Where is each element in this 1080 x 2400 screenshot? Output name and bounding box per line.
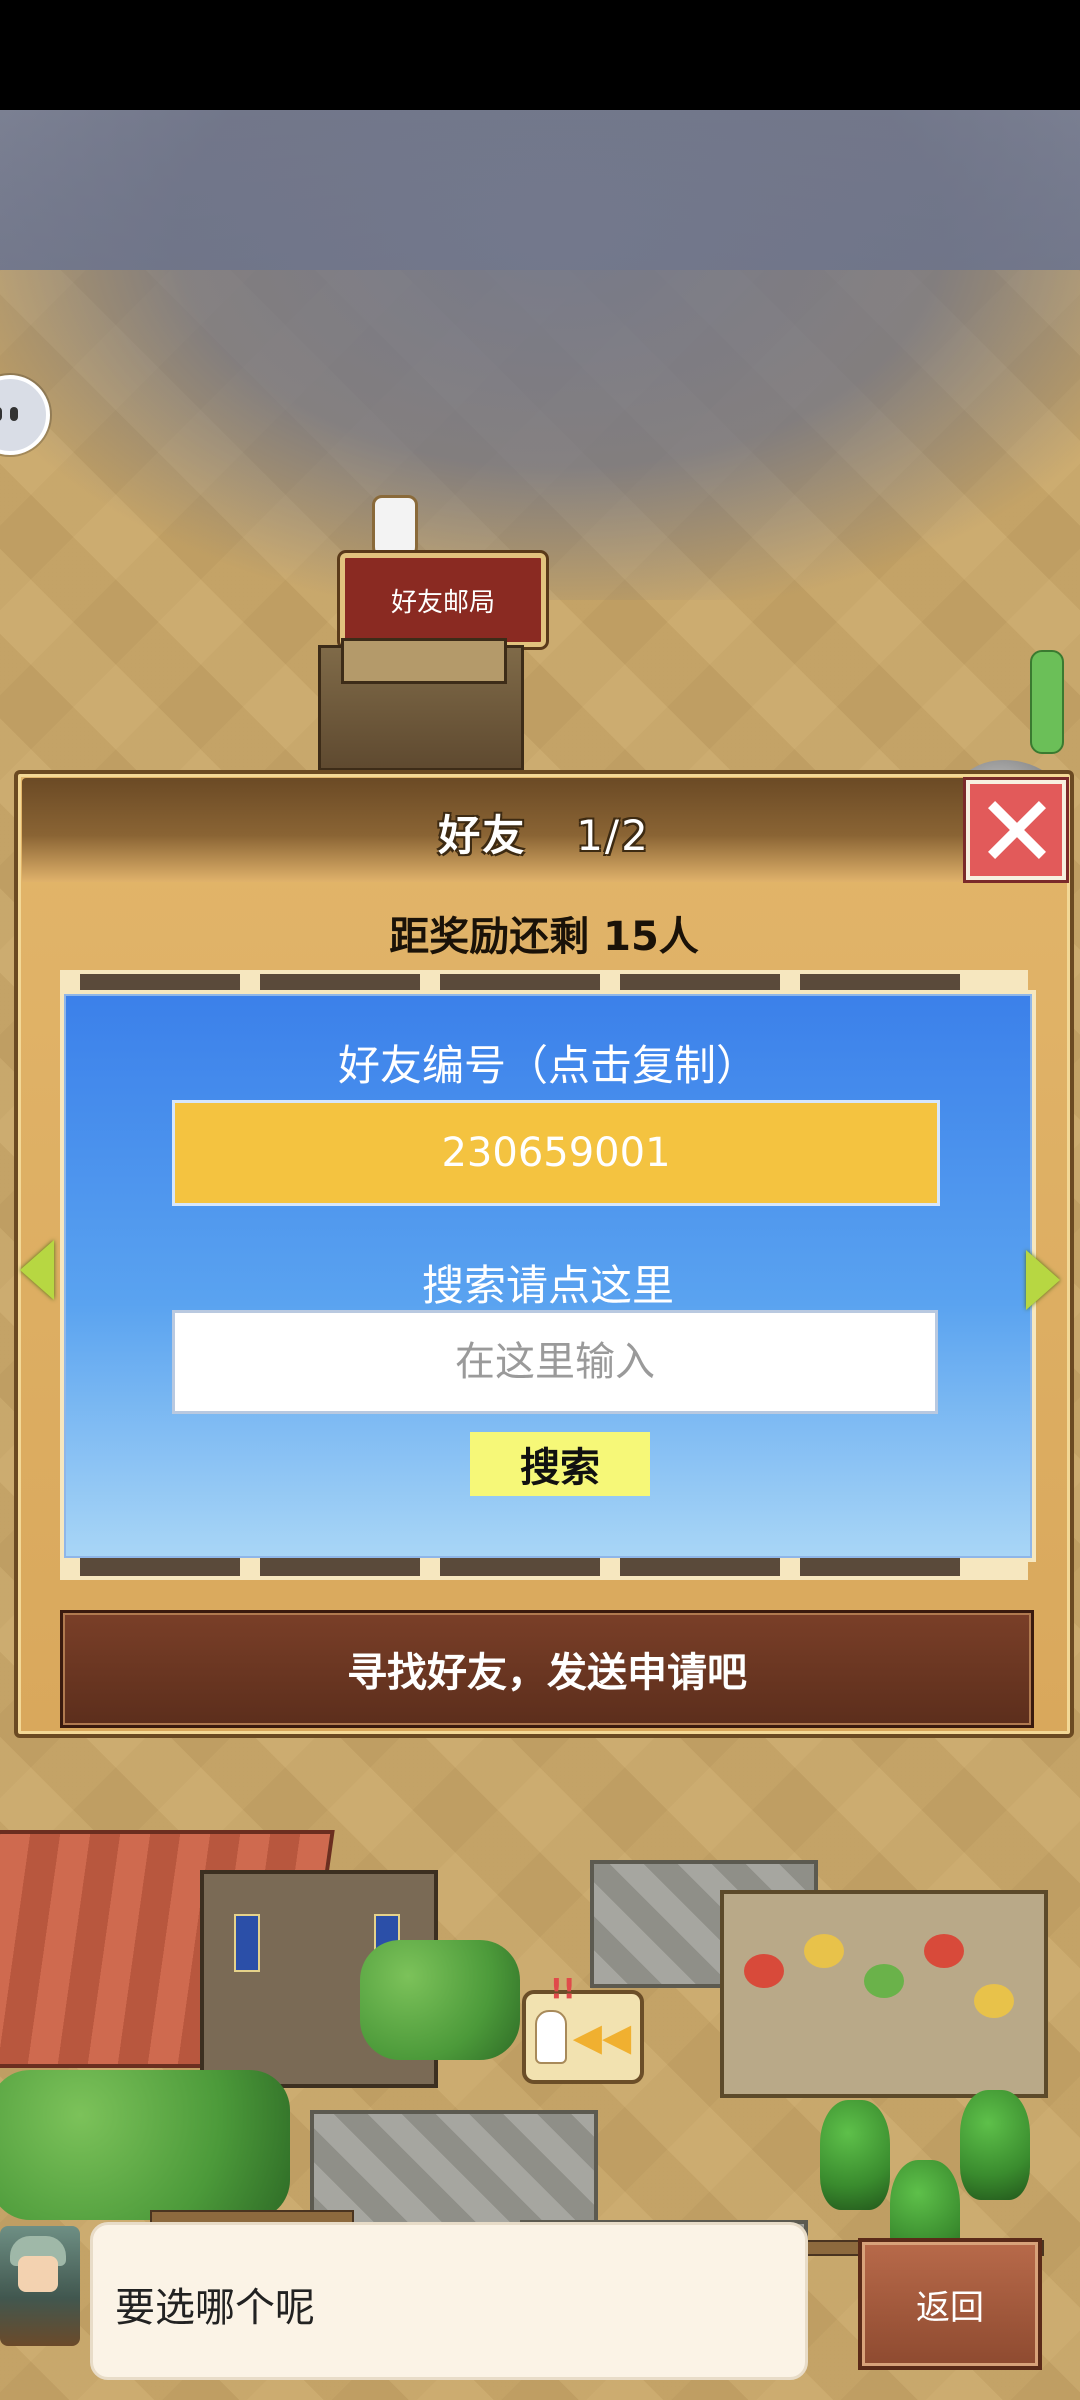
slot-strip-bottom [60,1558,1028,1580]
advisor-avatar [0,2226,80,2346]
reward-remaining-text: 距奖励还剩 15人 [389,914,699,960]
dialog-title: 好友 1/2 [18,802,1070,863]
fog-of-war [0,110,1080,600]
tree [960,2090,1030,2200]
send-request-banner[interactable]: 寻找好友，发送申请吧 [60,1610,1034,1728]
dialog-title-text: 好友 [438,811,527,860]
friend-code-label: 好友编号（点击复制） [337,1041,758,1090]
status-bar [0,0,1080,110]
back-button[interactable]: 返回 [858,2238,1042,2370]
hedge [0,2070,290,2220]
pointing-hand-icon [372,495,418,561]
arrow-right-icon[interactable] [1026,1250,1060,1310]
search-input[interactable] [172,1310,938,1414]
post-office-building[interactable] [318,638,524,771]
close-icon [984,798,1048,862]
page-indicator: 1/2 [576,811,650,860]
search-label: 搜索请点这里 [421,1261,674,1310]
message-text: 要选哪个呢 [115,2285,315,2331]
friend-code-copy-button[interactable]: 230659001 [172,1100,940,1206]
post-office-sign[interactable]: 好友邮局 [340,553,546,647]
friends-dialog: 好友 1/2 距奖励还剩 15人 好友编号（点击复制） 230659001 搜索请… [14,770,1074,1738]
tree [820,2100,890,2210]
vegetable-market[interactable] [720,1890,1048,2098]
close-button[interactable] [966,780,1066,880]
hedge [360,1940,520,2060]
arrow-left-icon[interactable] [20,1240,54,1300]
slot-strip-top [60,970,1028,992]
friend-search-panel: 好友编号（点击复制） 230659001 搜索请点这里 搜索 [60,990,1036,1562]
search-button[interactable]: 搜索 [470,1432,650,1496]
cactus [1030,650,1064,754]
customer-queue-icon[interactable]: !! ◀◀ [522,1972,644,2084]
message-box: 要选哪个呢 [90,2222,808,2380]
